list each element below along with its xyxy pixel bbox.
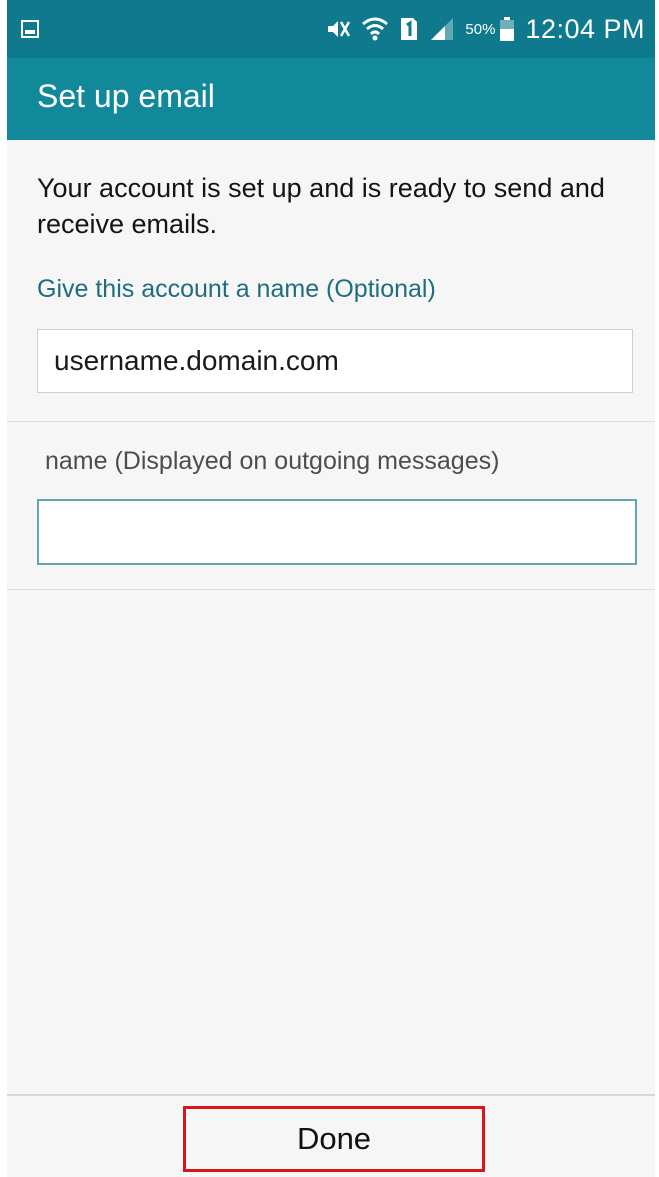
wifi-icon xyxy=(361,15,389,43)
screen: 50% 12:04 PM Set up email Your account i… xyxy=(7,0,655,1177)
bottom-bar: Done xyxy=(7,1094,655,1177)
clock: 12:04 PM xyxy=(525,13,645,44)
account-name-label: Give this account a name (Optional) xyxy=(37,275,436,303)
display-name-field[interactable] xyxy=(37,499,637,565)
gallery-icon xyxy=(21,20,39,38)
status-bar: 50% 12:04 PM xyxy=(7,0,655,58)
display-name-label: name (Displayed on outgoing messages) xyxy=(45,447,500,475)
setup-complete-message: Your account is set up and is ready to s… xyxy=(37,173,605,239)
app-bar: Set up email xyxy=(7,58,655,140)
page-title: Set up email xyxy=(37,78,215,114)
battery-percentage: 50% xyxy=(465,20,496,38)
done-button[interactable]: Done xyxy=(183,1106,485,1172)
divider xyxy=(7,589,655,590)
mute-icon xyxy=(325,18,351,40)
divider xyxy=(7,421,655,422)
account-name-field[interactable]: username.domain.com xyxy=(37,329,633,393)
signal-icon xyxy=(429,16,455,42)
sim-1-icon xyxy=(399,16,419,42)
battery-icon xyxy=(499,16,515,42)
status-icons: 50% 12:04 PM xyxy=(325,12,645,46)
